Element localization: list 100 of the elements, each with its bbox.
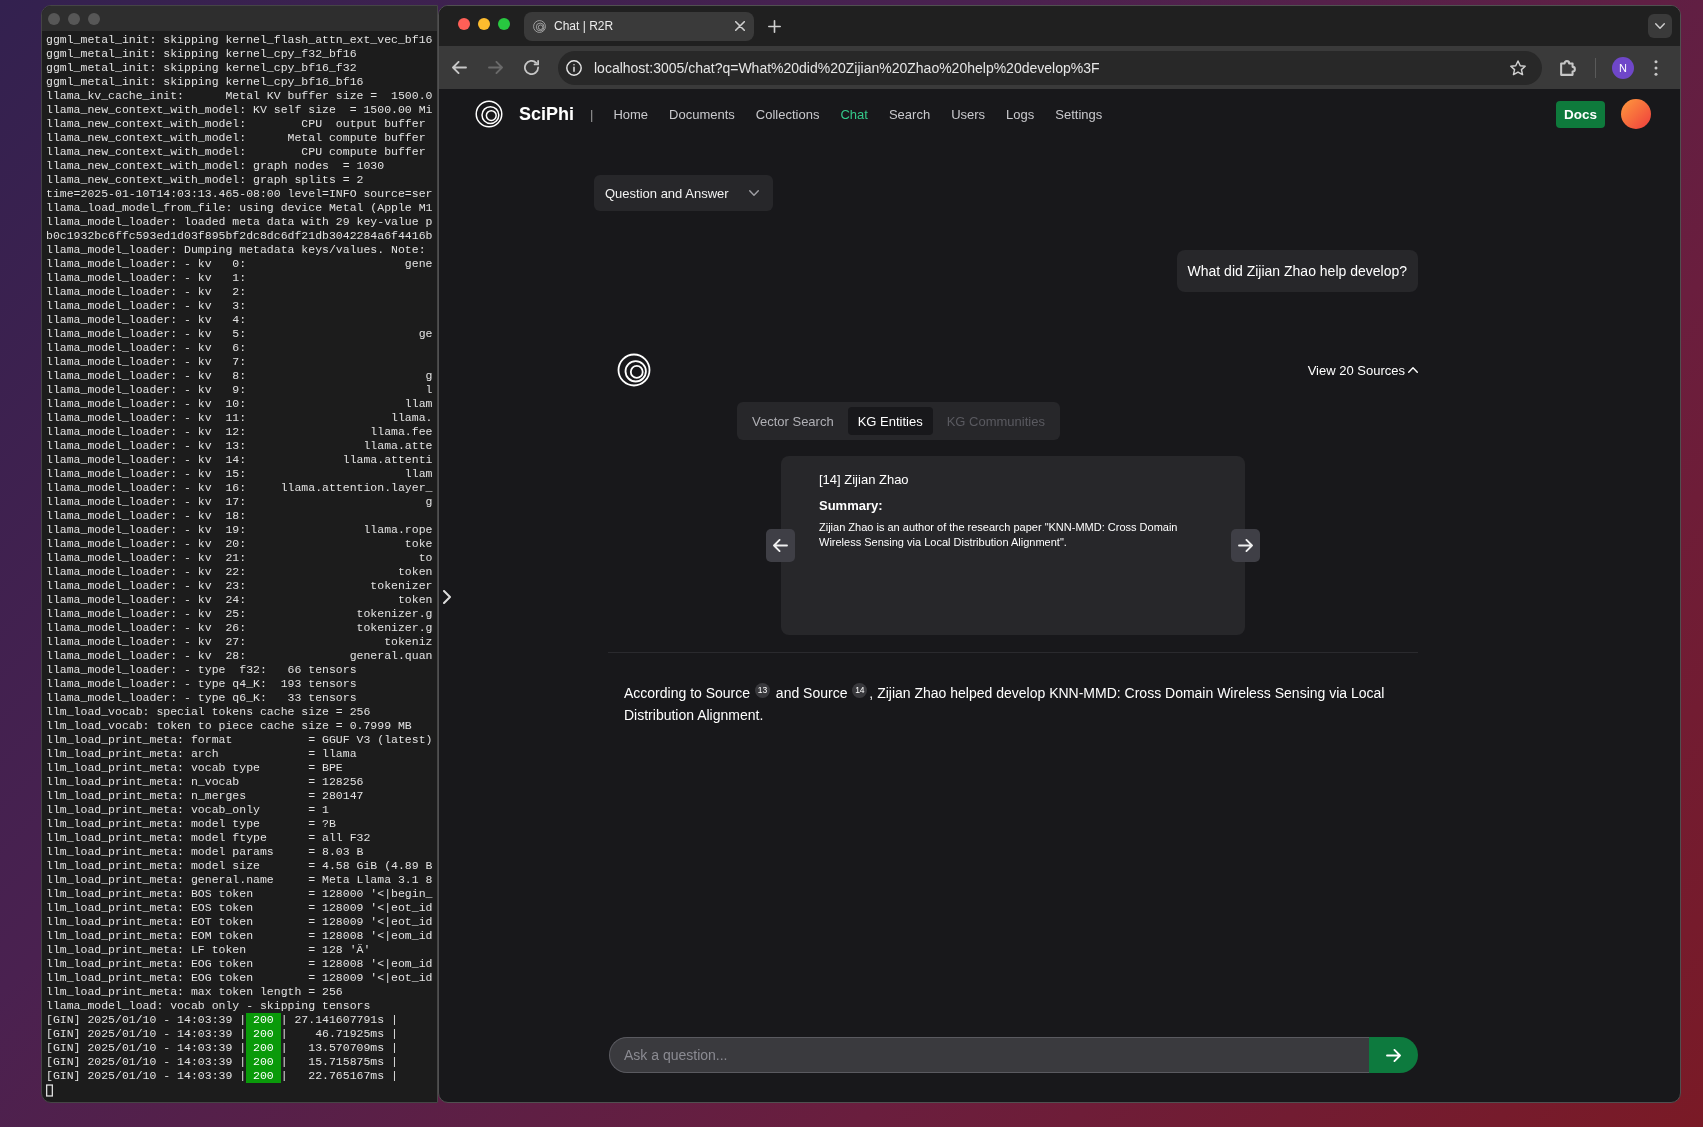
source-tab[interactable]: KG Entities xyxy=(847,407,933,435)
log-line: llama_model_loader: - kv 16: llama.attention.layer_ xyxy=(46,481,433,495)
log-line: llama_new_context_with_model: Metal compute buffer xyxy=(46,131,426,145)
puzzle-icon xyxy=(1560,59,1576,76)
mode-dropdown[interactable]: Question and Answer xyxy=(594,175,773,211)
nav-link[interactable]: Logs xyxy=(1006,106,1035,122)
nav-link[interactable]: Documents xyxy=(669,106,735,122)
log-line: llama_model_loader: - kv 27: tokeniz xyxy=(46,635,433,649)
log-line: llama_new_context_with_model: KV self size = 1500.00 Mi xyxy=(46,103,433,117)
log-line: [GIN] 2025/01/10 - 14:03:39 | xyxy=(46,1069,247,1083)
log-line: llm_load_print_meta: LF token = 128 'Ä' xyxy=(46,943,371,957)
plus-icon xyxy=(767,19,781,33)
log-line: llama_model_loader: - kv 6: xyxy=(46,341,247,355)
log-line: | 27.141607791s | xyxy=(280,1013,398,1027)
log-line: llama_model_loader: - kv 25: tokenizer.g xyxy=(46,607,433,621)
log-line: llm_load_print_meta: model params = 8.03 B xyxy=(46,845,364,859)
close-icon[interactable] xyxy=(735,21,745,31)
question-input[interactable]: Ask a question... xyxy=(609,1037,1369,1073)
log-line: llama_model_loader: - kv 28: general.quan xyxy=(46,649,433,663)
log-line: llama_new_context_with_model: CPU compute buffer xyxy=(46,145,426,159)
brand-name: SciPhi xyxy=(519,103,575,125)
profile-button[interactable]: N xyxy=(1612,56,1634,79)
log-line: | 13.570709ms | xyxy=(280,1041,398,1055)
log-line: llama_model_loader: - kv 0: gene xyxy=(46,257,433,271)
log-line: time=2025-01-10T14:03:13.465-08:00 level=INFO source=ser xyxy=(46,187,433,201)
log-line: llm_load_print_meta: n_vocab = 128256 xyxy=(46,775,364,789)
log-line: [GIN] 2025/01/10 - 14:03:39 | xyxy=(46,1055,247,1069)
log-line: [GIN] 2025/01/10 - 14:03:39 | xyxy=(46,1027,247,1041)
log-line: llm_load_print_meta: general.name = Meta Llama 3.1 8 xyxy=(46,873,433,887)
log-line: llama_new_context_with_model: CPU output buffer xyxy=(46,117,426,131)
cursor-icon xyxy=(46,1084,53,1097)
log-line: llama_model_loader: - kv 11: llama. xyxy=(46,411,433,425)
log-line: ggml_metal_init: skipping kernel_flash_attn_ext_vec_bf16 xyxy=(46,33,433,47)
zoom-button[interactable] xyxy=(498,18,510,30)
log-line: llama_model_loader: - kv 23: tokenizer xyxy=(46,579,433,593)
log-line: llama_model_loader: - kv 24: token xyxy=(46,593,433,607)
nav-link[interactable]: Chat xyxy=(840,106,868,122)
log-line: llama_model_loader: - kv 20: toke xyxy=(46,537,433,551)
close-button[interactable] xyxy=(458,18,470,30)
info-icon xyxy=(566,59,582,76)
log-line: llama_model_loader: - kv 4: xyxy=(46,313,247,327)
nav-link[interactable]: Home xyxy=(613,106,649,122)
log-line: llm_load_print_meta: arch = llama xyxy=(46,747,357,761)
entity-title: [14] Zijian Zhao xyxy=(819,471,909,489)
log-line: llm_load_print_meta: model type = ?B xyxy=(46,817,336,831)
log-line: llm_load_vocab: token to piece cache size = 0.7999 MB xyxy=(46,719,412,733)
arrow-right-icon xyxy=(487,61,503,74)
log-line: llm_load_print_meta: EOT token = 128009 '<|eot_id xyxy=(46,915,433,929)
browser-tab[interactable]: Chat | R2R xyxy=(524,11,754,41)
arrow-left-icon xyxy=(451,61,467,74)
log-line: llama_model_loader: - kv 1: xyxy=(46,271,247,285)
log-line: llama_model_loader: - kv 10: llam xyxy=(46,397,433,411)
nav-link[interactable]: Settings xyxy=(1055,106,1103,122)
log-line: llama_model_loader: - kv 2: xyxy=(46,285,247,299)
log-line: llama_model_loader: - kv 5: ge xyxy=(46,327,433,341)
nav-link[interactable]: Collections xyxy=(755,106,820,122)
log-line: llama_model_loader: - kv 3: xyxy=(46,299,247,313)
arrow-left-icon xyxy=(773,539,788,552)
answer-text: According to Source $^{13}$ and Source $^{14}$, Zijian Zhao helped develop KNN-MMD: Cross Domain Wireless Sensing via Local Distribution Alignment. xyxy=(624,682,1386,725)
star-icon[interactable] xyxy=(1510,59,1526,76)
docs-button[interactable]: Docs xyxy=(1556,100,1605,128)
send-button[interactable] xyxy=(1369,1037,1418,1073)
log-line: llm_load_print_meta: max token length = 256 xyxy=(46,985,343,999)
log-line: llm_load_vocab: special tokens cache size = 256 xyxy=(46,705,371,719)
more-icon xyxy=(1654,59,1658,76)
log-line: llama_new_context_with_model: graph nodes = 1030 xyxy=(46,159,385,173)
nav-link[interactable]: Search xyxy=(888,106,931,122)
address-bar[interactable]: localhost:3005/chat?q=What%20did%20Zijian%20Zhao%20help%20develop%3F xyxy=(558,50,1542,85)
log-line: llama_model_loader: - kv 21: to xyxy=(46,551,433,565)
minimize-button[interactable] xyxy=(478,18,490,30)
log-line: [GIN] 2025/01/10 - 14:03:39 | xyxy=(46,1013,247,1027)
summary-text: Zijian Zhao is an author of the research paper "KNN-MMD: Cross Domain Wireless Sensing via Local Distribution Alignment". xyxy=(819,520,1179,549)
status-code: 200 xyxy=(246,1069,281,1083)
log-line: | 22.765167ms | xyxy=(280,1069,398,1083)
log-line: ggml_metal_init: skipping kernel_cpy_f32_bf16 xyxy=(46,47,357,61)
chevron-right-icon[interactable] xyxy=(443,590,451,604)
log-line: ggml_metal_init: skipping kernel_cpy_bf16_bf16 xyxy=(46,75,364,89)
log-line: llm_load_print_meta: EOS token = 128009 '<|eot_id xyxy=(46,901,433,915)
previous-button[interactable] xyxy=(766,529,795,562)
log-line: llama_model_loader: Dumping metadata keys/values. Note: xyxy=(46,243,426,257)
log-line: llm_load_print_meta: n_merges = 280147 xyxy=(46,789,364,803)
log-line: llm_load_print_meta: BOS token = 128000 '<|begin_ xyxy=(46,887,433,901)
user-avatar[interactable] xyxy=(1621,99,1651,129)
log-line: llm_load_print_meta: vocab type = BPE xyxy=(46,761,343,775)
reload-icon xyxy=(523,60,539,75)
chevron-up-icon xyxy=(1408,367,1418,373)
nav-link[interactable]: Users xyxy=(951,106,986,122)
log-line: b0c1932bc6ffc593ed1d03f895bf2dc8dc6df21db3042284a6f4416b xyxy=(46,229,433,243)
view-sources-toggle[interactable]: View 20 Sources xyxy=(1307,362,1418,378)
source-tab[interactable]: Vector Search xyxy=(742,407,844,435)
log-line: llm_load_print_meta: EOG token = 128009 '<|eot_id xyxy=(46,971,433,985)
logo-icon xyxy=(475,100,503,128)
log-line: llama_model_loader: - kv 14: llama.attenti xyxy=(46,453,433,467)
next-button[interactable] xyxy=(1231,529,1260,562)
log-line: llama_model_loader: - kv 13: llama.atte xyxy=(46,439,433,453)
log-line: llm_load_print_meta: EOM token = 128008 '<|eom_id xyxy=(46,929,433,943)
log-line: llama_model_loader: - kv 19: llama.rope xyxy=(46,523,433,537)
log-line: | 46.71925ms | xyxy=(280,1027,398,1041)
tab-search-button[interactable] xyxy=(1648,14,1672,38)
log-line: llama_model_loader: loaded meta data with 29 key-value p xyxy=(46,215,433,229)
